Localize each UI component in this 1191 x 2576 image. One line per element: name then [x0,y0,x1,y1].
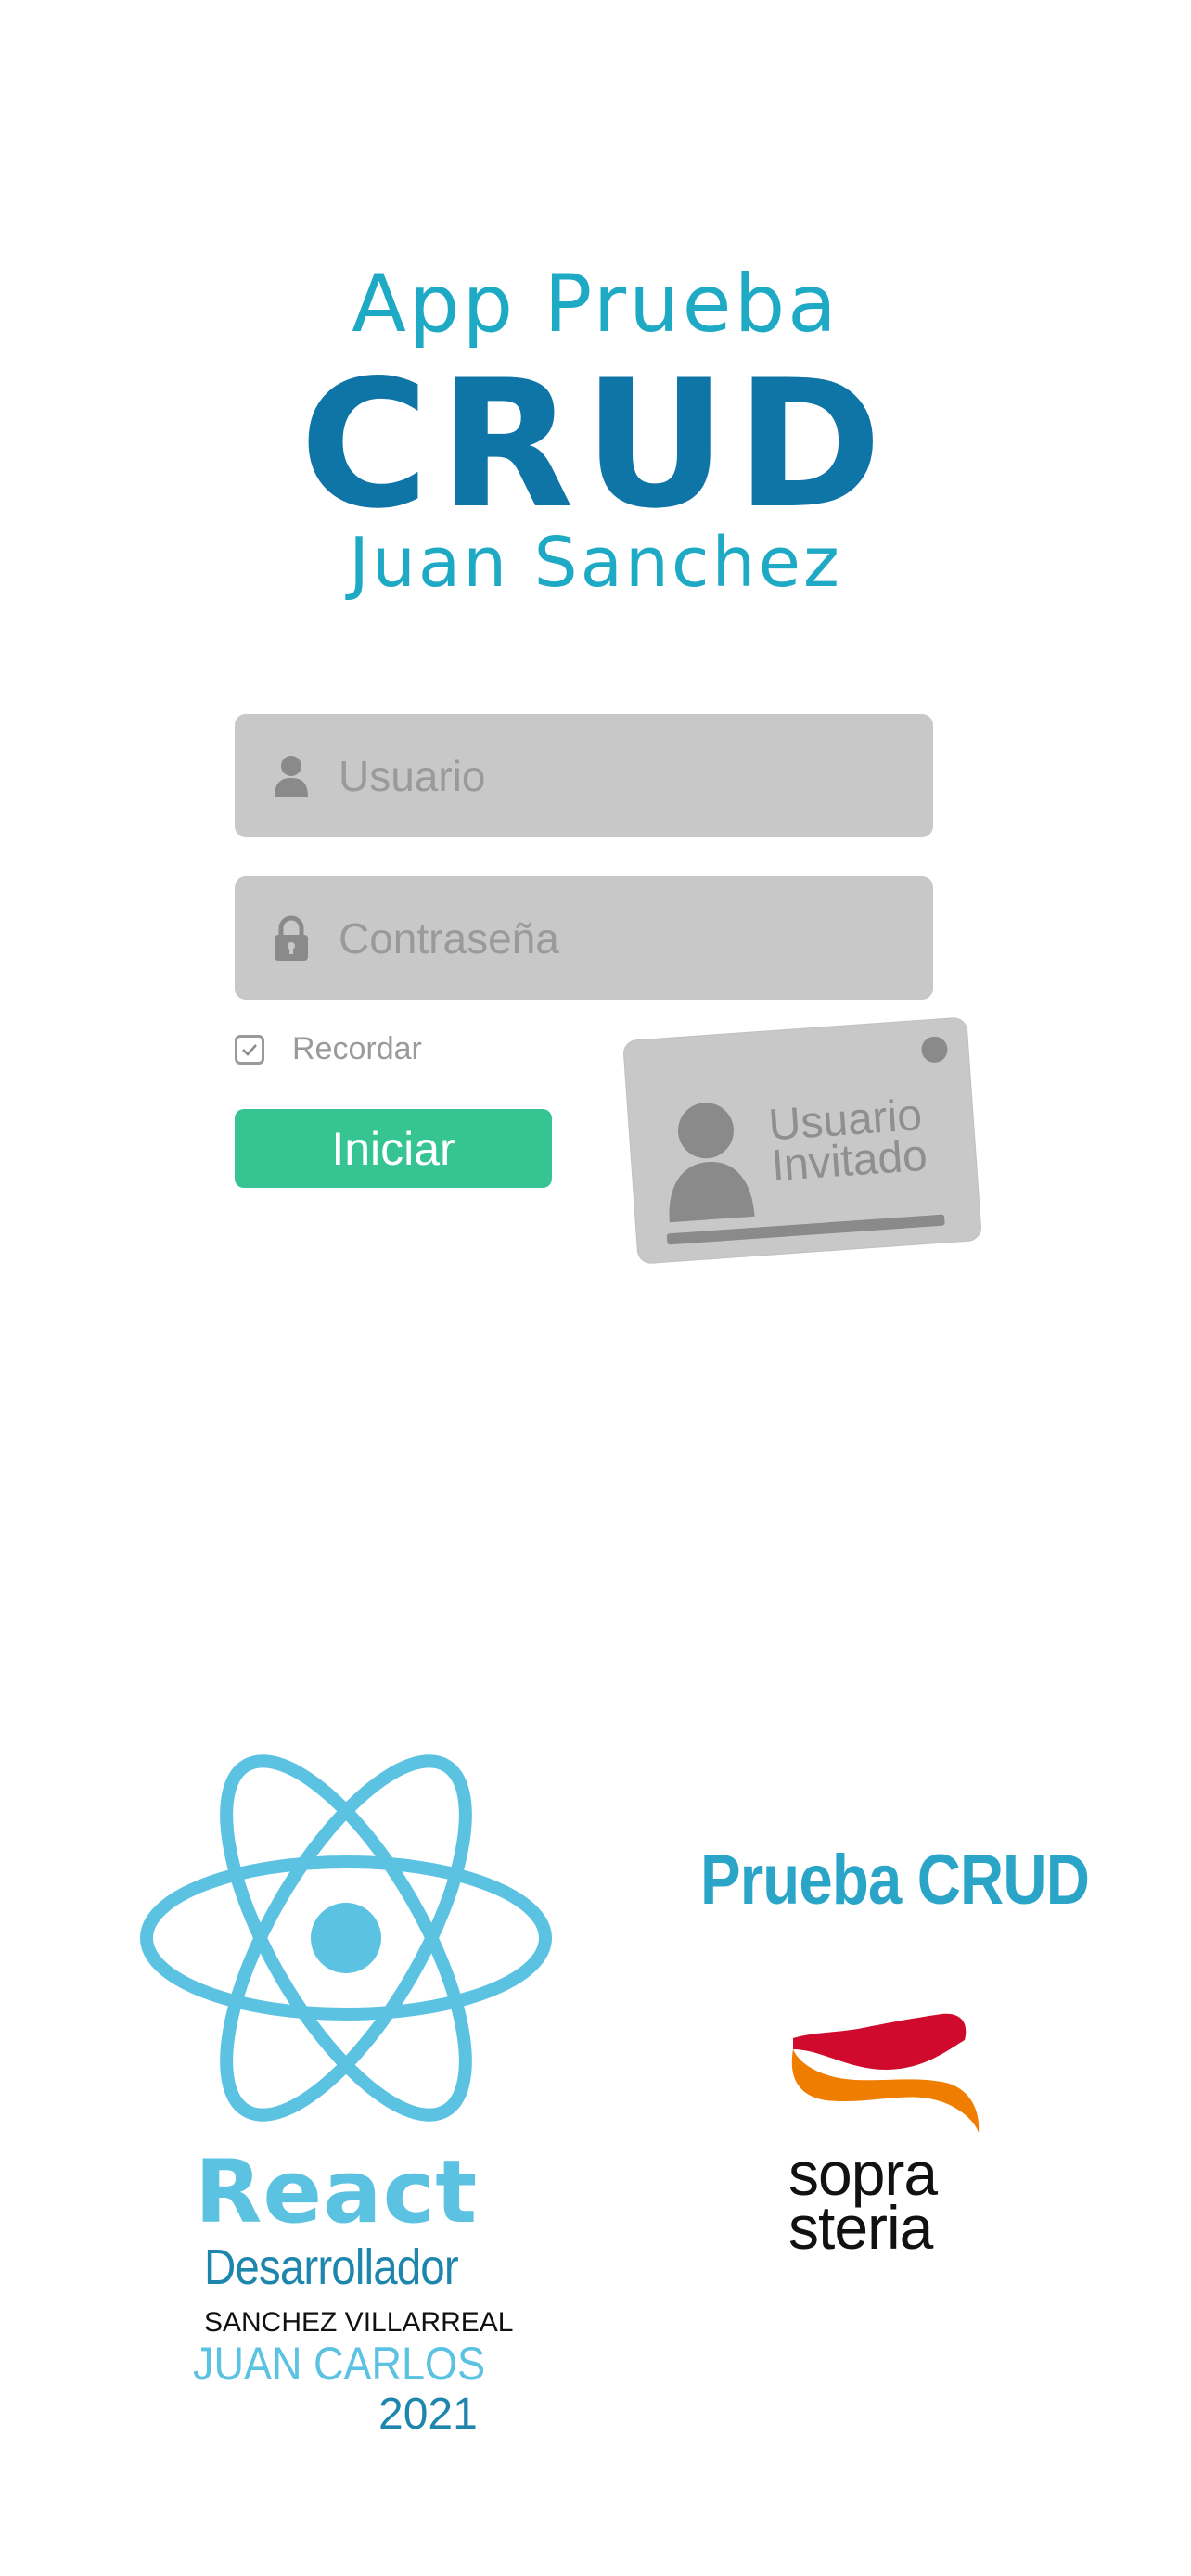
username-input[interactable] [337,749,897,802]
react-logo-icon [140,1754,552,2122]
app-title-line1: App Prueba [352,258,839,351]
lock-icon [268,911,314,966]
password-field[interactable] [235,876,933,1000]
user-icon [268,748,314,804]
react-wordmark: React [195,2142,479,2243]
password-input[interactable] [337,912,897,964]
guest-login-card[interactable]: Usuario Invitado [623,1017,981,1264]
sopra-steria-logo-icon [791,2013,980,2133]
checkbox-check-icon [242,1043,257,1056]
app-title-crud: CRUD [300,342,891,547]
username-field[interactable] [235,714,933,837]
developer-surname: SANCHEZ VILLARREAL [204,2307,514,2338]
developer-name: JUAN CARLOS [193,2338,486,2390]
remember-checkbox[interactable] [235,1034,264,1065]
guest-label: Usuario Invitado [767,1090,929,1192]
remember-label: Recordar [292,1031,422,1066]
company-line2: steria [788,2193,933,2262]
guest-label-line2: Invitado [770,1130,929,1192]
project-label: Prueba CRUD [700,1841,1090,1919]
app-title-author: Juan Sanchez [349,523,842,603]
guest-avatar-icon [669,1103,755,1223]
card-hole-icon [920,1035,949,1064]
remember-me[interactable]: Recordar [235,1031,422,1067]
company-wordmark: sopra steria [788,2143,938,2262]
developer-title: Desarrollador [204,2239,459,2295]
login-button[interactable]: Iniciar [235,1109,552,1188]
developer-year: 2021 [378,2390,478,2439]
